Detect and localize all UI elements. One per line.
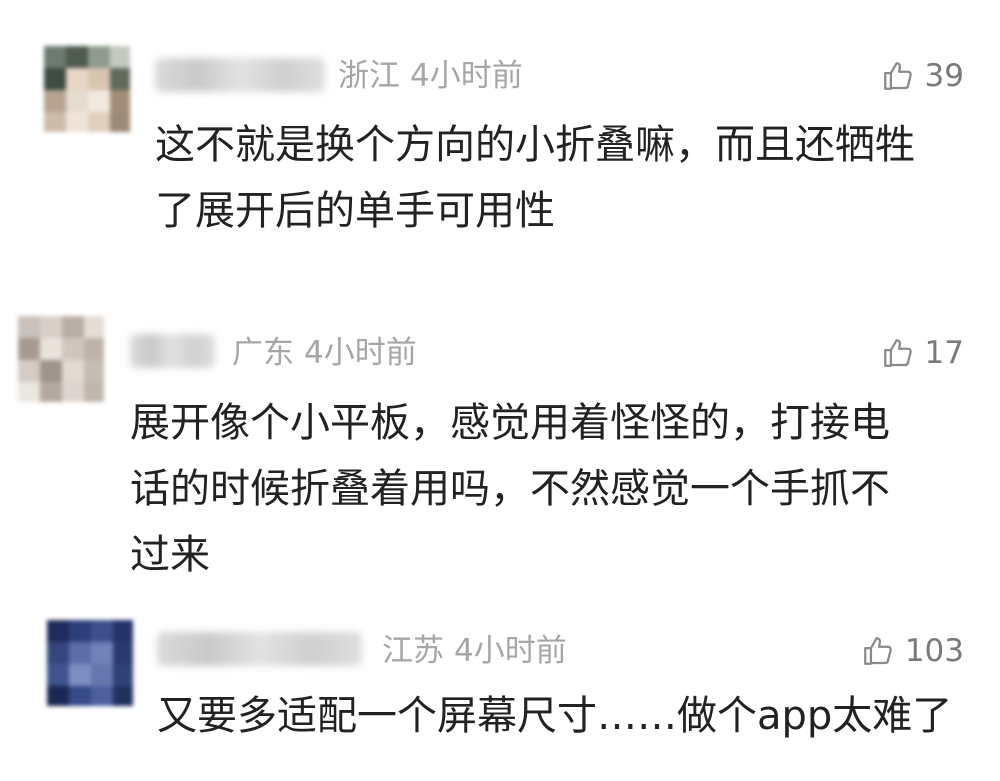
thumbs-up-icon — [863, 637, 892, 665]
avatar-pixel — [113, 686, 133, 706]
avatar-pixel — [113, 620, 133, 642]
avatar-pixel — [47, 620, 69, 642]
username-blurred[interactable] — [157, 632, 362, 666]
avatar-pixel — [69, 686, 91, 706]
comment-text: 又要多适配一个屏幕尺寸……做个app太难了 — [157, 683, 977, 749]
avatar[interactable] — [47, 620, 133, 706]
avatar-pixel — [47, 664, 69, 686]
avatar-pixel — [91, 664, 113, 686]
comment-item: 江苏 4小时前 103 又要多适配一个屏幕尺寸……做个app太难了 — [0, 0, 1000, 781]
avatar-pixel — [47, 686, 69, 706]
like-button[interactable]: 103 — [861, 631, 964, 671]
comment-text-line: 又要多适配一个屏幕尺寸……做个app太难了 — [157, 693, 953, 739]
avatar-pixel — [91, 642, 113, 664]
avatar-pixel — [69, 664, 91, 686]
location-label: 江苏 — [382, 633, 444, 669]
avatar-pixel — [47, 642, 69, 664]
timestamp: 4小时前 — [454, 633, 567, 669]
avatar-pixel — [113, 642, 133, 664]
avatar-pixel — [91, 620, 113, 642]
avatar-pixel — [69, 642, 91, 664]
avatar-pixel — [69, 620, 91, 642]
comment-meta: 江苏 4小时前 — [382, 631, 567, 671]
avatar-pixel — [91, 686, 113, 706]
like-count: 103 — [904, 633, 964, 669]
avatar-pixel — [113, 664, 133, 686]
